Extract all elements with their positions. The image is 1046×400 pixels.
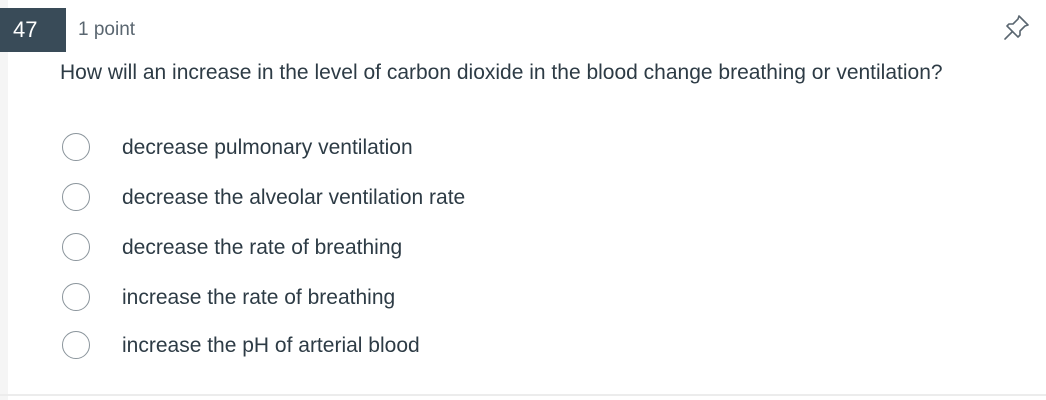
radio-button[interactable] [62, 283, 90, 311]
answer-option[interactable]: increase the rate of breathing [60, 281, 720, 315]
radio-button[interactable] [62, 133, 90, 161]
answer-option[interactable]: decrease the alveolar ventilation rate [60, 181, 720, 215]
answer-option-label: decrease the alveolar ventilation rate [122, 186, 466, 209]
answer-option-label: decrease pulmonary ventilation [122, 136, 413, 159]
radio-button[interactable] [62, 233, 90, 261]
answer-option-label: increase the pH of arterial blood [122, 334, 420, 357]
answer-option-label: increase the rate of breathing [122, 286, 396, 309]
radio-button[interactable] [62, 331, 90, 359]
answer-option[interactable]: decrease pulmonary ventilation [60, 131, 720, 165]
pin-icon [1004, 15, 1029, 40]
card-bottom-border [0, 394, 1046, 396]
question-number-badge: 47 [0, 8, 66, 52]
left-rail [0, 0, 8, 400]
quiz-question-card: 47 1 point How will an increase in the l… [0, 0, 1046, 400]
answer-option[interactable]: increase the pH of arterial blood [60, 329, 720, 363]
answer-options: decrease pulmonary ventilation decrease … [60, 0, 760, 400]
answer-option-label: decrease the rate of breathing [122, 236, 403, 259]
answer-option[interactable]: decrease the rate of breathing [60, 231, 720, 265]
radio-button[interactable] [62, 183, 90, 211]
pin-question-button[interactable] [1000, 12, 1032, 44]
